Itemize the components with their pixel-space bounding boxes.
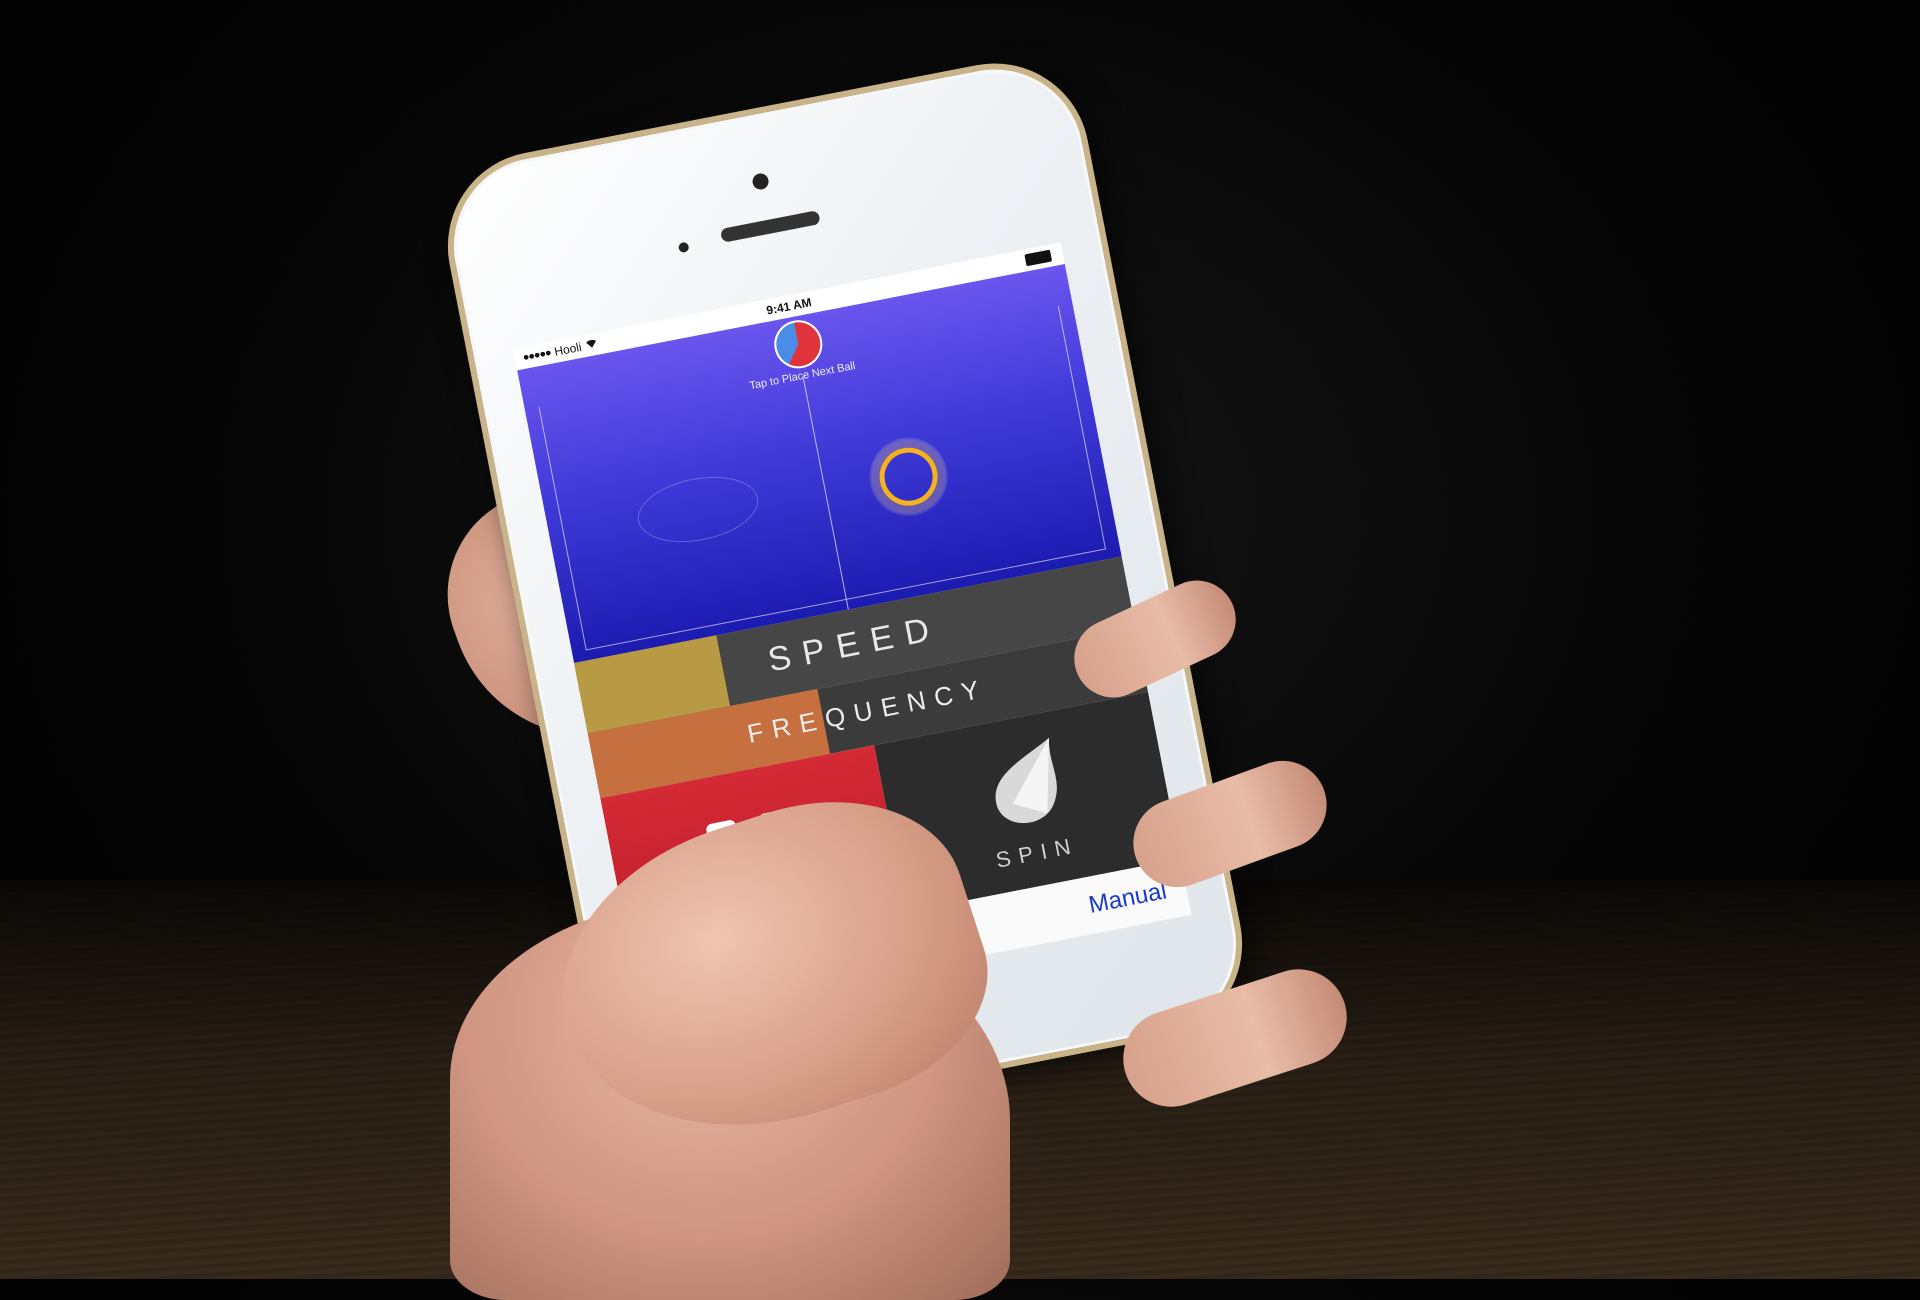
battery-icon <box>1024 249 1053 267</box>
mode-manual-option[interactable]: Manual <box>1086 877 1169 920</box>
wifi-icon <box>584 337 598 352</box>
spin-icon <box>995 737 1057 824</box>
carrier-name: Hooli <box>553 339 583 359</box>
signal-icon: ●●●●● <box>521 346 552 365</box>
